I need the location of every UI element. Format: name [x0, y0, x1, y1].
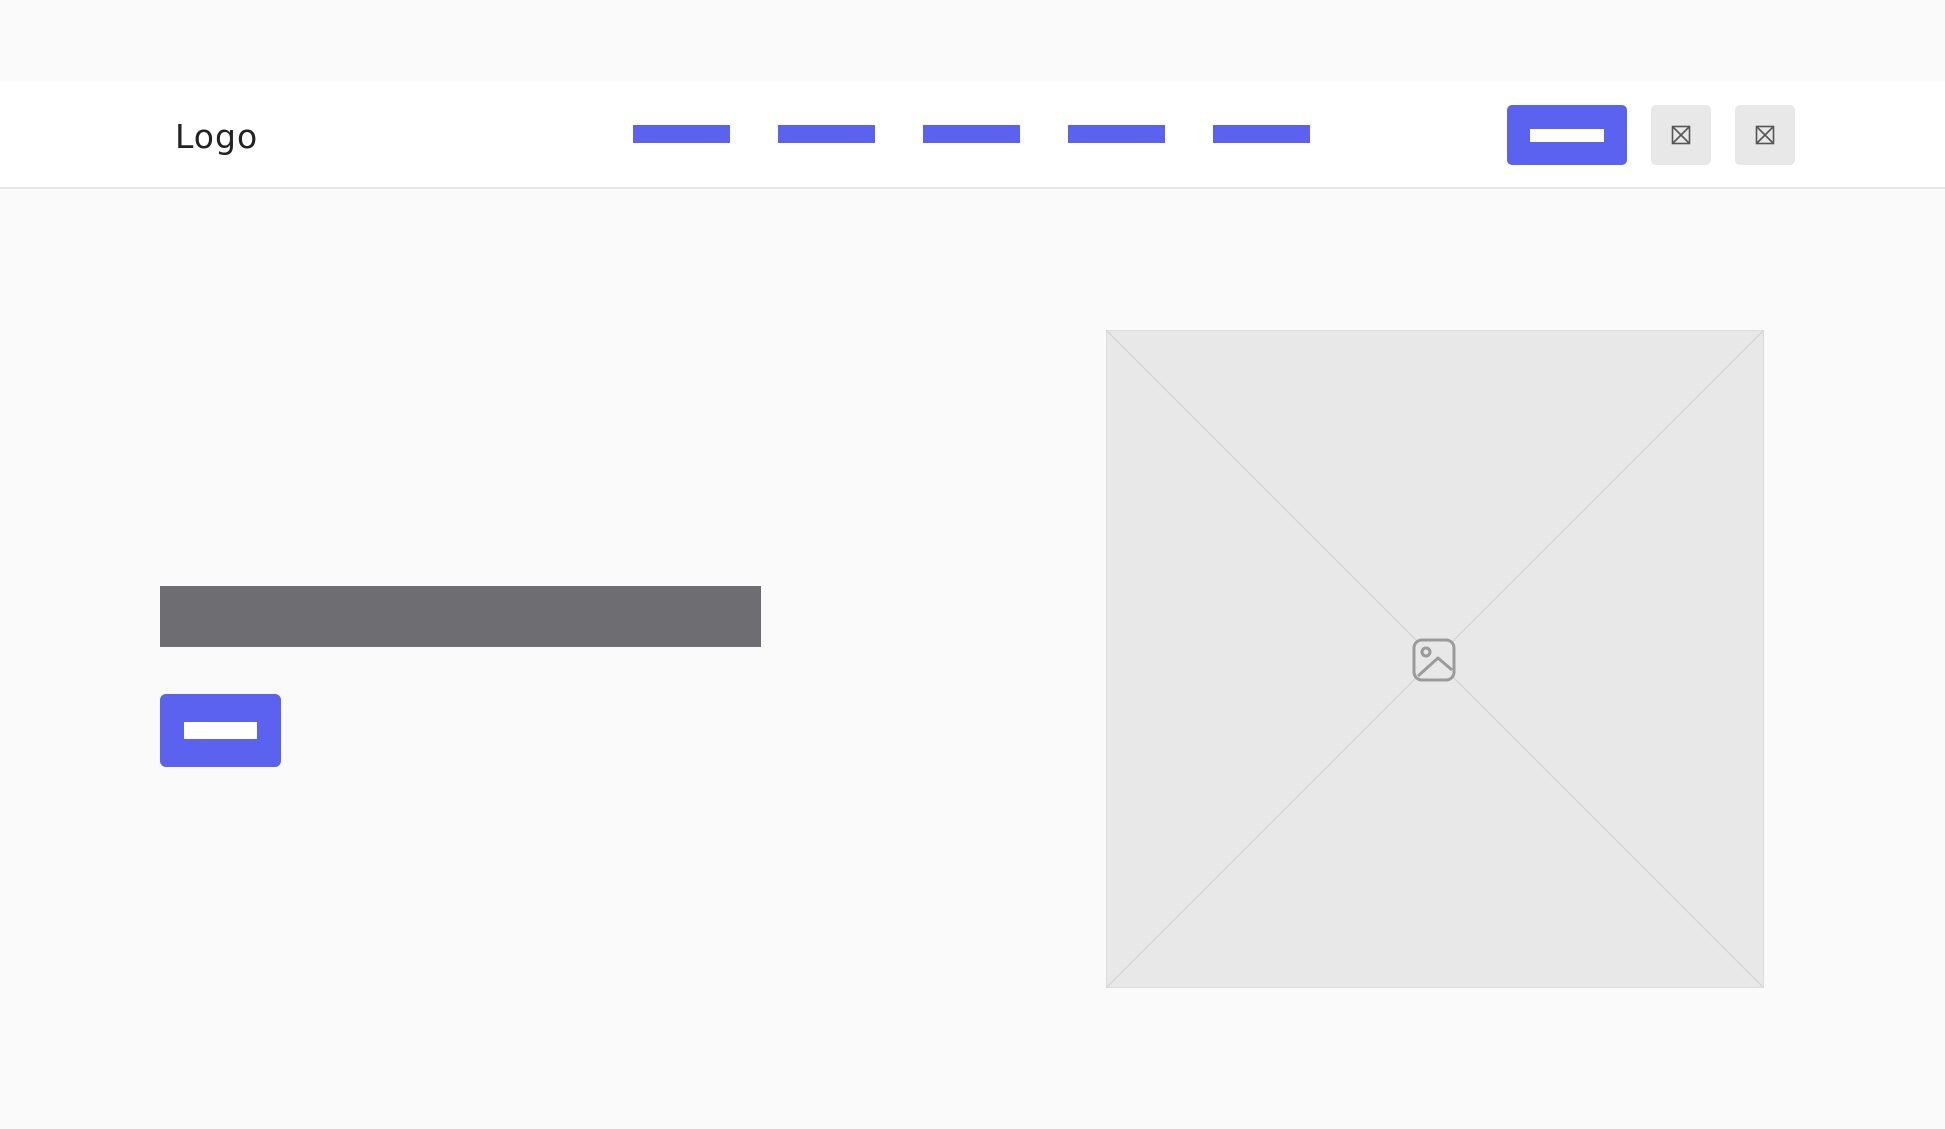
nav-link-5[interactable] — [1213, 125, 1310, 143]
header-icon-button-1[interactable] — [1651, 105, 1711, 165]
hero-cta-button[interactable] — [160, 694, 281, 767]
header-primary-button[interactable] — [1507, 105, 1627, 165]
hero-image-placeholder — [1106, 330, 1764, 988]
nav-link-3[interactable] — [923, 125, 1020, 143]
header-icon-button-2[interactable] — [1735, 105, 1795, 165]
placeholder-box-icon — [1671, 125, 1691, 145]
placeholder-box-icon — [1755, 125, 1775, 145]
nav-link-4[interactable] — [1068, 125, 1165, 143]
image-icon — [1412, 638, 1456, 682]
nav-link-2[interactable] — [778, 125, 875, 143]
nav-link-1[interactable] — [633, 125, 730, 143]
logo[interactable]: Logo — [175, 117, 258, 156]
hero-headline-placeholder — [160, 586, 761, 647]
header-primary-button-label — [1530, 129, 1604, 142]
site-header: Logo — [0, 81, 1945, 189]
hero-cta-label — [184, 722, 257, 739]
